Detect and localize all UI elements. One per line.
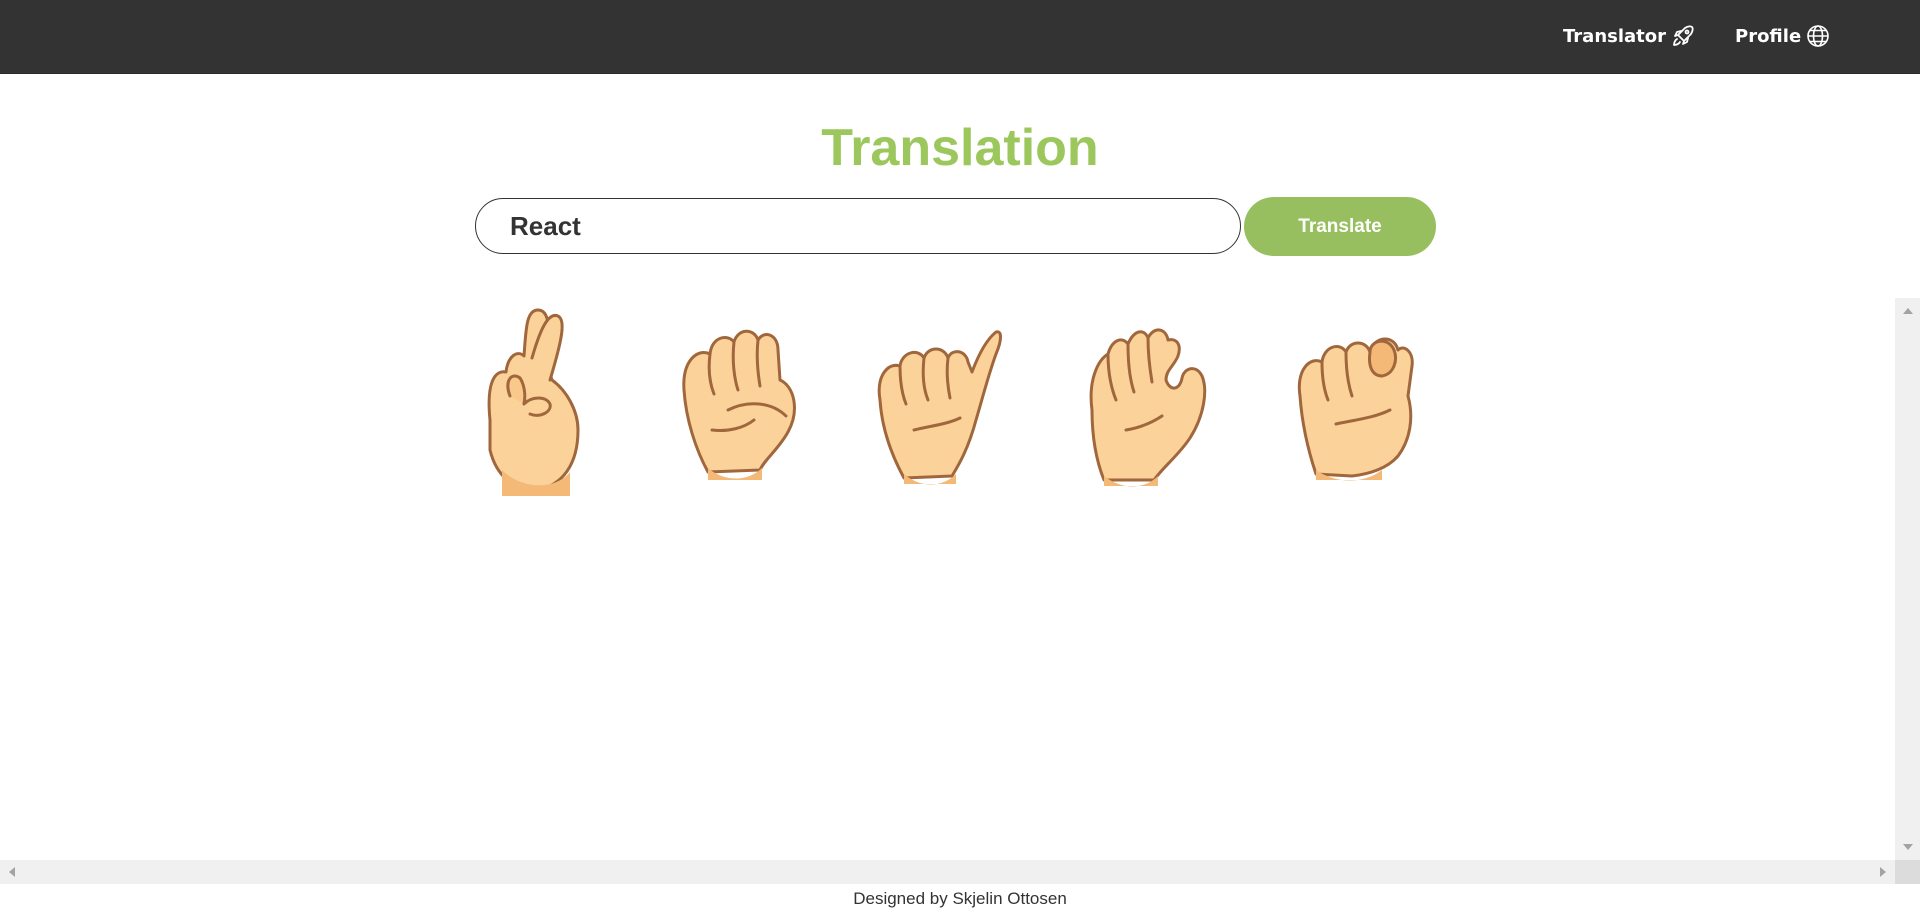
- page-title: Translation: [821, 119, 1099, 177]
- horizontal-scrollbar[interactable]: [0, 860, 1895, 884]
- footer-credit: Designed by Skjelin Ottosen: [853, 889, 1067, 908]
- sign-t-hand: [1297, 337, 1414, 481]
- nav-profile-label: Profile: [1735, 25, 1802, 47]
- rocket-icon: [1673, 25, 1694, 46]
- top-navbar: Translator Profile: [0, 0, 1920, 74]
- scroll-up-arrow-icon[interactable]: [1903, 308, 1913, 314]
- scroll-right-arrow-icon[interactable]: [1880, 867, 1886, 877]
- sign-c-hand: [1089, 328, 1207, 487]
- globe-icon: [1807, 25, 1829, 47]
- nav-profile-link[interactable]: Profile: [1735, 24, 1830, 48]
- nav-translator-link[interactable]: Translator: [1563, 24, 1695, 48]
- translation-input[interactable]: [475, 198, 1241, 254]
- scroll-down-arrow-icon[interactable]: [1903, 844, 1913, 850]
- scroll-left-arrow-icon[interactable]: [9, 867, 15, 877]
- sign-r-hand: [487, 308, 580, 496]
- scrollbar-corner: [1895, 860, 1920, 884]
- nav-translator-label: Translator: [1563, 25, 1667, 47]
- sign-e-hand: [682, 329, 796, 480]
- sign-a-hand: [877, 330, 1002, 485]
- vertical-scrollbar[interactable]: [1895, 298, 1920, 860]
- translate-button[interactable]: Translate: [1244, 197, 1436, 256]
